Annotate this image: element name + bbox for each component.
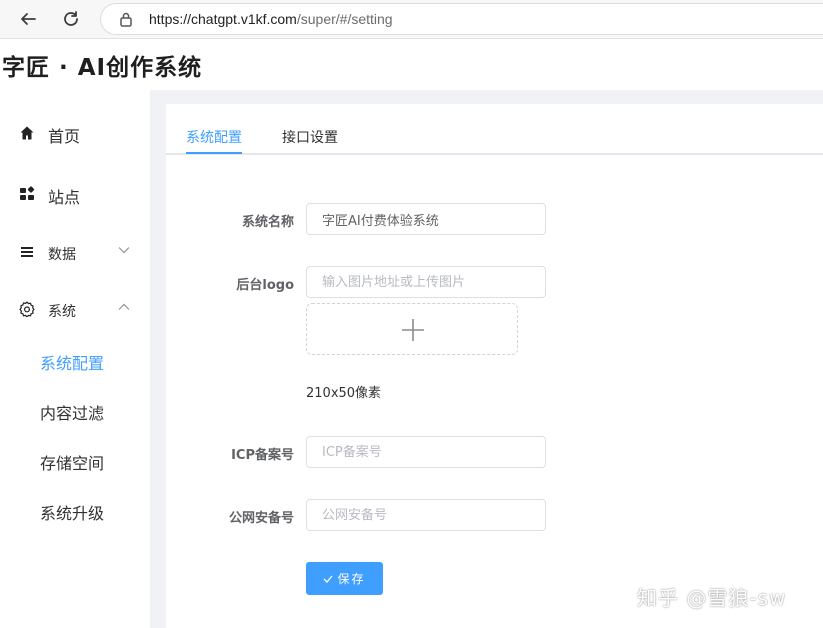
sidebar-item-label: 站点 xyxy=(48,188,81,207)
sidebar-item-label: 首页 xyxy=(48,127,81,146)
back-button[interactable] xyxy=(14,5,42,33)
sidebar-subitem-label: 内容过滤 xyxy=(40,404,105,423)
system-name-input[interactable] xyxy=(306,203,546,235)
logo-url-input[interactable] xyxy=(306,266,546,298)
lock-icon xyxy=(120,12,132,27)
logo-size-hint: 210x50像素 xyxy=(306,386,382,401)
sidebar-item-data[interactable]: 数据 xyxy=(0,232,150,272)
gear-icon xyxy=(19,301,35,317)
reload-button[interactable] xyxy=(57,5,85,33)
chevron-up-icon xyxy=(118,303,130,310)
logo-upload-area[interactable] xyxy=(306,303,518,355)
icp-label: ICP备案号 xyxy=(231,448,294,463)
logo-label: 后台logo xyxy=(236,278,294,293)
sidebar-item-site[interactable]: 站点 xyxy=(0,174,150,214)
url-host: https://chatgpt.v1kf.com xyxy=(149,11,297,27)
plus-icon xyxy=(402,319,424,341)
sidebar-item-system[interactable]: 系统 xyxy=(0,289,150,329)
list-icon xyxy=(21,247,33,257)
system-name-label: 系统名称 xyxy=(241,215,294,230)
chevron-down-icon xyxy=(118,247,130,254)
url-text: https://chatgpt.v1kf.com/super/#/setting xyxy=(149,11,393,27)
address-bar[interactable]: https://chatgpt.v1kf.com/super/#/setting xyxy=(100,3,823,35)
sidebar: 首页 站点 数据 系统 系统配置 内容过滤 存储空间 系统升级 xyxy=(0,90,150,628)
sidebar-subitem-label: 系统升级 xyxy=(40,504,105,523)
sidebar-item-label: 系统 xyxy=(48,304,76,320)
grid-icon xyxy=(20,186,35,200)
sidebar-subitem-label: 系统配置 xyxy=(40,354,105,373)
app-title: 字匠 · AI创作系统 xyxy=(2,55,203,81)
tab-active-indicator xyxy=(186,152,242,154)
tab-api-settings[interactable]: 接口设置 xyxy=(282,127,338,147)
save-button[interactable]: 保存 xyxy=(306,562,383,595)
tab-system-config[interactable]: 系统配置 xyxy=(186,127,242,147)
sidebar-subitem-upgrade[interactable]: 系统升级 xyxy=(0,490,150,530)
home-icon xyxy=(20,126,34,140)
save-button-label: 保存 xyxy=(337,572,366,586)
sidebar-subitem-system-config[interactable]: 系统配置 xyxy=(0,340,150,380)
sidebar-subitem-storage[interactable]: 存储空间 xyxy=(0,440,150,480)
police-record-input[interactable] xyxy=(306,499,546,531)
url-path: /super/#/setting xyxy=(296,11,393,27)
watermark: 知乎 @雪狼-sw xyxy=(637,586,787,610)
settings-card xyxy=(166,104,823,628)
sidebar-item-label: 数据 xyxy=(48,247,76,263)
browser-toolbar: https://chatgpt.v1kf.com/super/#/setting xyxy=(0,0,823,39)
reload-icon xyxy=(64,11,78,26)
icp-input[interactable] xyxy=(306,436,546,468)
sidebar-item-home[interactable]: 首页 xyxy=(0,113,150,153)
tab-bar xyxy=(166,104,823,155)
sidebar-subitem-content-filter[interactable]: 内容过滤 xyxy=(0,390,150,430)
police-record-label: 公网安备号 xyxy=(228,511,294,526)
sidebar-subitem-label: 存储空间 xyxy=(40,454,105,473)
check-icon xyxy=(323,575,333,583)
arrow-left-icon xyxy=(21,13,36,25)
